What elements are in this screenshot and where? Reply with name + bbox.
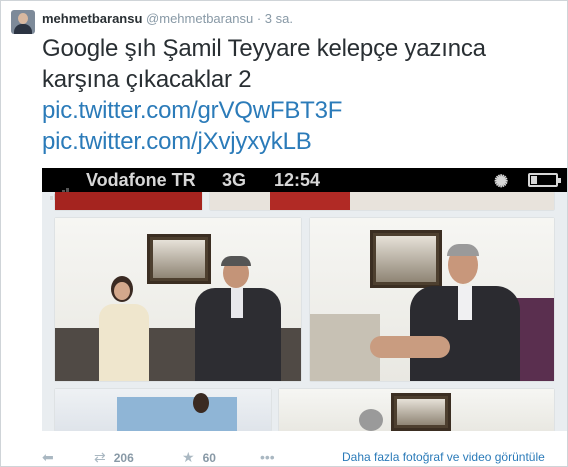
view-more-media-link[interactable]: Daha fazla fotoğraf ve video görüntüle [342, 447, 545, 467]
photo-thumbnail[interactable] [310, 218, 554, 381]
tweet-text: Google şıh Şamil Teyyare kelepçe yazınca… [42, 33, 557, 157]
photo-thumbnail[interactable] [279, 389, 554, 431]
person-man [195, 256, 281, 381]
avatar[interactable] [11, 10, 35, 34]
star-icon: ★ [182, 449, 195, 465]
person-man [410, 244, 520, 381]
user-fullname[interactable]: mehmetbaransu [42, 11, 142, 26]
favorite-count: 60 [202, 451, 216, 465]
tweet-media-image[interactable]: Vodafone TR 3G 12:54 ✺ [42, 168, 567, 431]
photo-thumbnail[interactable] [55, 192, 202, 210]
tweet-actions: ⬅ ⇄ 206 ★ 60 ••• Daha fazla fotoğraf ve vi… [42, 447, 562, 467]
more-button[interactable]: ••• [260, 447, 283, 467]
tweet-header: mehmetbaransu @mehmetbaransu · 3 sa. [42, 10, 293, 28]
phone-clock: 12:54 [274, 170, 321, 190]
tweet-link-1[interactable]: pic.twitter.com/grVQwFBT3F [42, 95, 557, 126]
activity-spinner-icon: ✺ [494, 172, 509, 191]
battery-icon [528, 173, 561, 187]
phone-status-bar: Vodafone TR 3G 12:54 ✺ [42, 168, 567, 200]
retweet-button[interactable]: ⇄ 206 [94, 447, 134, 467]
user-screen-name[interactable]: @mehmetbaransu [146, 11, 253, 26]
tweet-timestamp[interactable]: 3 sa. [265, 11, 293, 26]
photo-thumbnail[interactable] [55, 218, 301, 381]
separator: · [256, 11, 262, 26]
retweet-icon: ⇄ [94, 449, 106, 465]
tweet-body: Google şıh Şamil Teyyare kelepçe yazınca… [42, 35, 486, 93]
retweet-count: 206 [113, 451, 134, 465]
ellipsis-icon: ••• [260, 449, 275, 465]
favorite-button[interactable]: ★ 60 [182, 447, 216, 467]
reply-button[interactable]: ⬅ [42, 447, 62, 467]
photo-thumbnail[interactable] [210, 192, 554, 210]
reply-icon: ⬅ [42, 449, 54, 465]
tweet-card: mehmetbaransu @mehmetbaransu · 3 sa. Goo… [0, 0, 568, 467]
person-woman [99, 276, 151, 381]
tweet-link-2[interactable]: pic.twitter.com/jXvjyxykLB [42, 126, 557, 157]
network-type: 3G [222, 170, 247, 190]
photo-thumbnail[interactable] [55, 389, 271, 431]
carrier-name: Vodafone TR [86, 170, 196, 190]
